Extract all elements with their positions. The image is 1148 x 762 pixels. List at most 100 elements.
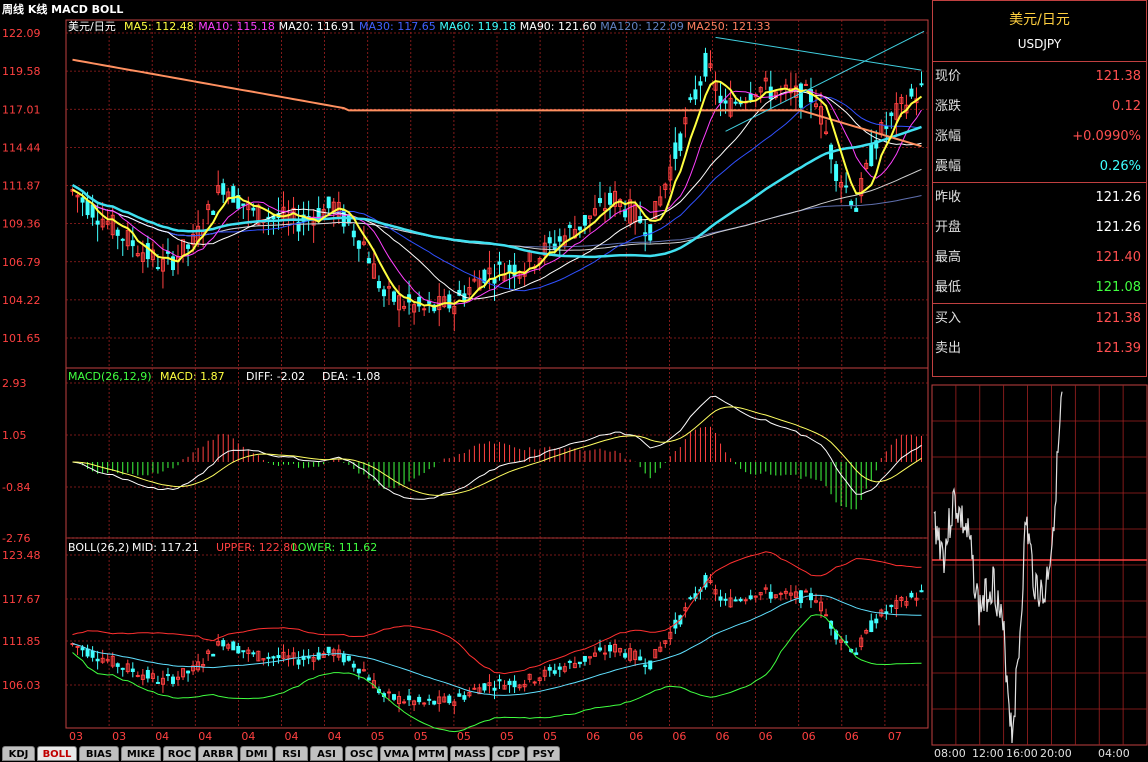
candle-body [115,229,120,236]
x-axis-label: 06 [672,730,686,743]
candle-body [186,244,191,249]
x-axis-label: 04 [285,730,299,743]
tab-kdj[interactable]: KDJ [2,746,35,761]
x-axis-label: 04 [241,730,255,743]
boll-candle-body [718,596,723,601]
tab-boll[interactable]: BOLL [37,746,77,761]
price-axis-label: 122.09 [2,27,41,40]
boll-candle-body [869,620,874,633]
candle-body [748,93,753,101]
boll-candle-body [130,668,135,672]
boll-candle-body [251,652,256,655]
candle-body [723,100,728,104]
boll-candle-body [472,687,477,690]
price-axis-label: 114.44 [2,141,41,154]
tab-psy[interactable]: PSY [527,746,560,761]
candle-body [241,203,246,206]
macd-axis-label: 1.05 [2,429,27,442]
boll-candle-body [211,653,216,657]
main-legend-item: MA60: 119.18 [439,20,516,33]
quote-row-value: 121.38 [1095,69,1142,84]
candle-body [547,237,552,244]
boll-candle-body [366,677,371,681]
candle-body [95,220,100,225]
candle-body [693,89,698,100]
boll-candle-body [296,659,301,665]
candle-body [211,210,216,216]
boll-candle-body [854,652,859,655]
quote-row: 最低 121.08 [933,273,1146,303]
boll-candle-body [316,652,321,660]
quote-row-label: 昨收 [935,190,962,205]
boll-candle-body [909,592,914,598]
candle-body [366,258,371,264]
boll-candle-body [492,687,497,691]
candle-body [422,308,427,311]
main-legend-symbol: 美元/日元 [68,20,116,33]
main-legend-item: MA20: 116.91 [279,20,356,33]
price-axis-label: 109.36 [2,218,41,231]
quote-row-label: 最高 [935,250,962,265]
candle-body [447,294,452,309]
x-axis-label: 06 [716,730,730,743]
boll-candle-body [90,650,95,658]
boll-axis-label: 123.48 [2,549,41,562]
tab-osc[interactable]: OSC [345,746,378,761]
tab-asi[interactable]: ASI [310,746,343,761]
boll-candle-body [427,698,432,701]
boll-candle-body [552,670,557,674]
indicator-tab-bar: KDJ BOLL BIAS MIKE ROC ARBR DMI RSI ASI OSC VMA MTM… [0,745,1148,762]
boll-candle-body [808,593,813,601]
candle-body [673,142,678,159]
tab-roc[interactable]: ROC [163,746,196,761]
candle-body [507,264,512,273]
tab-mass[interactable]: MASS [450,746,490,761]
candle-body [351,230,356,238]
candle-body [582,214,587,226]
candle-body [130,240,135,247]
boll-candle-body [231,641,236,651]
tab-vma[interactable]: VMA [380,746,413,761]
x-axis-label: 06 [586,730,600,743]
candle-body [834,164,839,182]
quote-row-value: 0.12 [1112,99,1141,114]
tab-bias[interactable]: BIAS [79,746,119,761]
tab-cdp[interactable]: CDP [492,746,525,761]
boll-legend-lower: LOWER: 111.62 [292,541,377,554]
quote-row: 买入 121.38 [933,304,1146,334]
macd-axis-label: -0.84 [2,481,30,494]
candle-body [844,185,849,188]
x-axis-label: 05 [414,730,428,743]
boll-candle-body [889,604,894,608]
boll-candle-body [577,661,582,665]
boll-candle-body [241,650,246,653]
quote-group: 买入 121.38 卖出 121.39 [933,304,1146,364]
boll-candle-body [733,599,738,602]
boll-candle-body [768,591,773,599]
macd-legend-diff: DIFF: -2.02 [246,370,305,383]
price-axis-label: 111.87 [2,180,41,193]
price-axis-label: 104.22 [2,294,41,307]
boll-candle-body [145,669,150,679]
quote-row-value: 121.38 [1095,311,1142,326]
boll-candle-body [402,701,407,704]
x-axis-label: 06 [759,730,773,743]
boll-candle-body [723,598,728,601]
candle-body [326,196,331,209]
tab-arbr[interactable]: ARBR [198,746,238,761]
tab-mike[interactable]: MIKE [121,746,161,761]
boll-candle-body [165,674,170,677]
quote-row-label: 买入 [935,311,962,326]
tab-dmi[interactable]: DMI [240,746,273,761]
candle-body [688,97,693,101]
macd-axis-label: -2.76 [2,532,30,545]
price-axis-label: 117.01 [2,103,41,116]
macd-legend-dea: DEA: -1.08 [322,370,380,383]
main-legend-item: MA90: 121.60 [520,20,597,33]
candle-body [492,278,497,284]
tab-mtm[interactable]: MTM [415,746,448,761]
boll-candle-body [80,647,85,651]
tab-rsi[interactable]: RSI [275,746,308,761]
candle-body [678,133,683,151]
candle-body [145,243,150,260]
